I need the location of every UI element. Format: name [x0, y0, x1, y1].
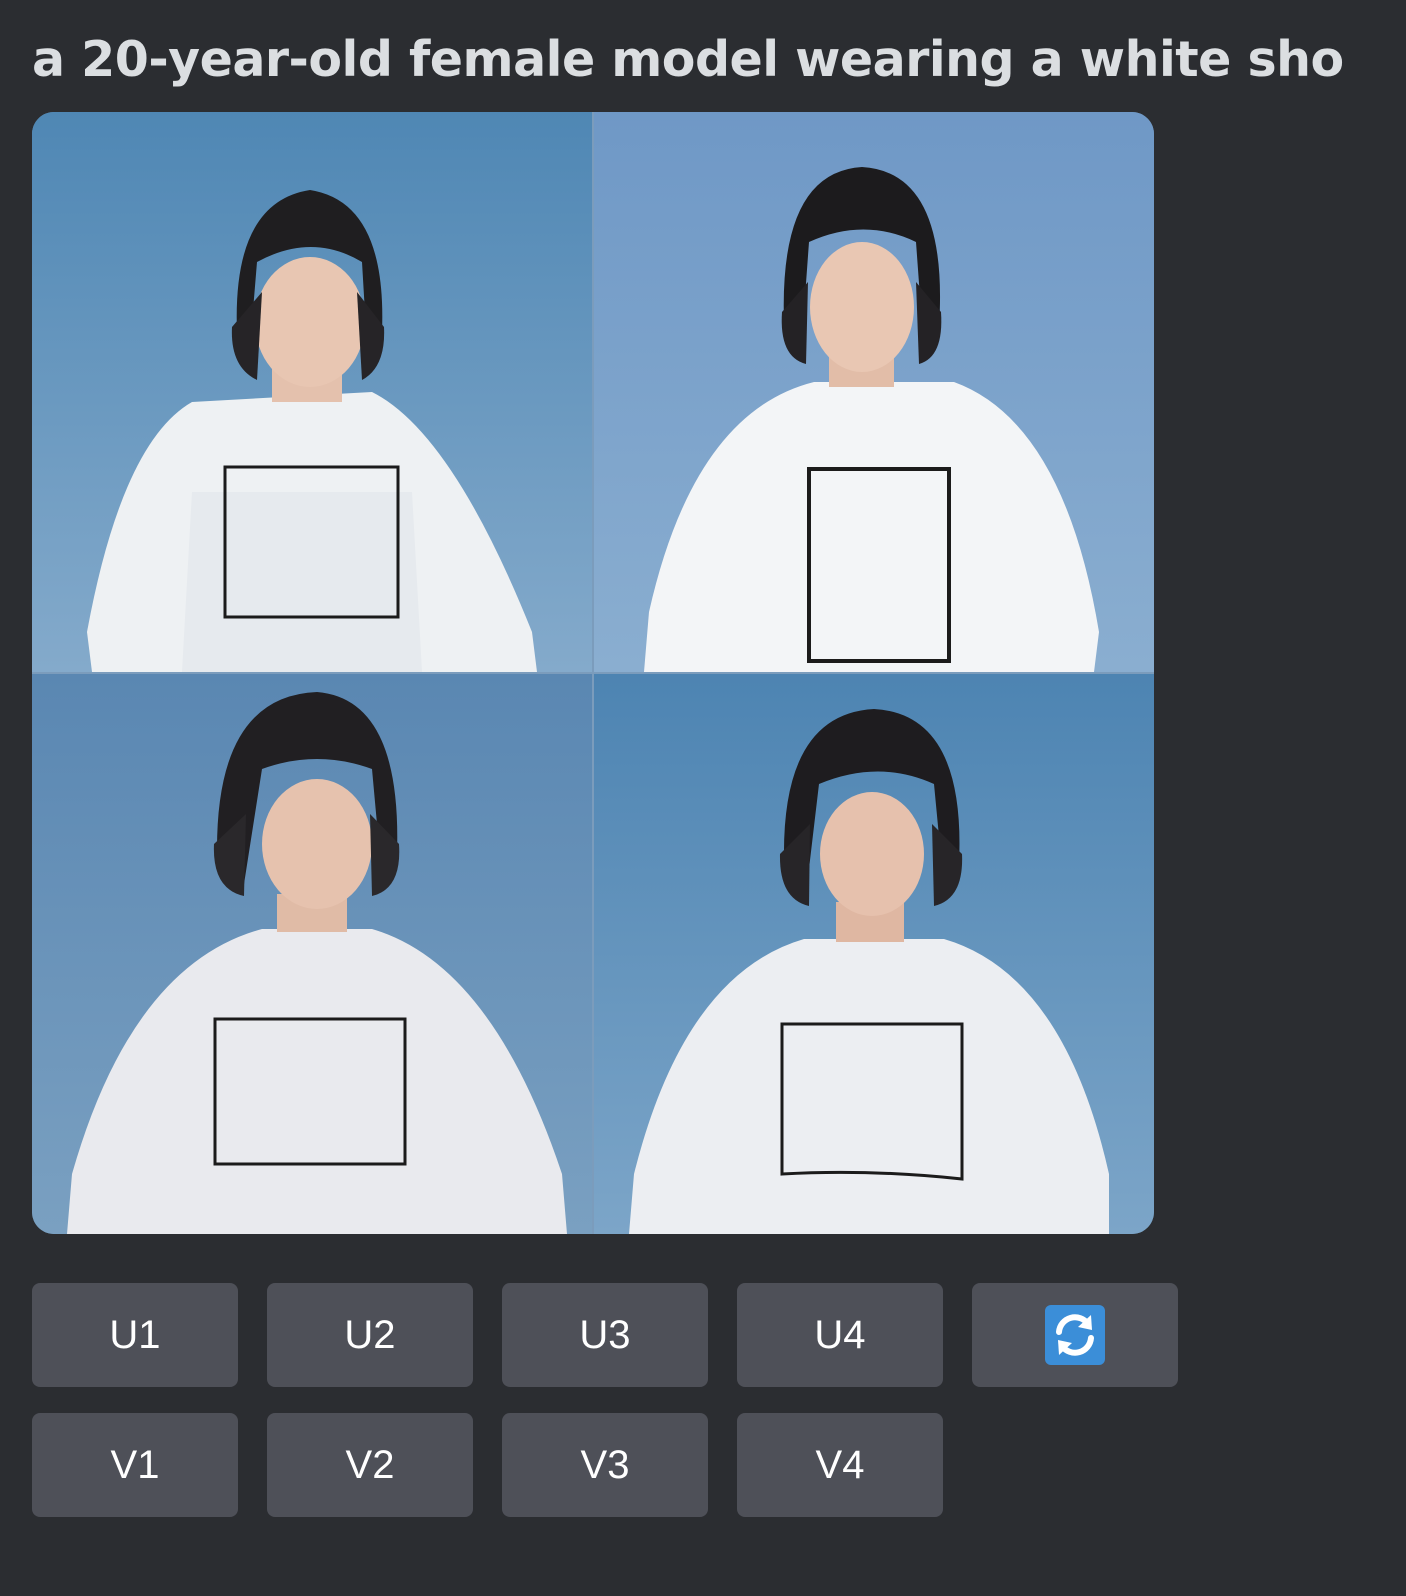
variation-button-1[interactable]: V1: [32, 1413, 238, 1517]
prompt-text: a 20-year-old female model wearing a whi…: [32, 31, 1344, 88]
model-photo-2: [594, 112, 1154, 672]
previous-line-fragment: [32, 0, 632, 12]
variation-button-label: V2: [345, 1443, 395, 1487]
upscale-button-3[interactable]: U3: [502, 1283, 708, 1387]
upscale-button-2[interactable]: U2: [267, 1283, 473, 1387]
upscale-button-label: U3: [579, 1313, 631, 1357]
upscale-button-label: U1: [109, 1313, 161, 1357]
model-photo-1: [32, 112, 592, 672]
image-tile-4[interactable]: [594, 674, 1154, 1234]
model-photo-3: [32, 674, 592, 1234]
variation-button-3[interactable]: V3: [502, 1413, 708, 1517]
reroll-button[interactable]: [972, 1283, 1178, 1387]
image-grid[interactable]: [32, 112, 1154, 1234]
upscale-button-label: U2: [344, 1313, 396, 1357]
image-tile-1[interactable]: [32, 112, 592, 672]
upscale-button-4[interactable]: U4: [737, 1283, 943, 1387]
upscale-button-1[interactable]: U1: [32, 1283, 238, 1387]
variation-button-label: V4: [815, 1443, 865, 1487]
variation-button-2[interactable]: V2: [267, 1413, 473, 1517]
refresh-icon: [1045, 1305, 1105, 1365]
variation-button-4[interactable]: V4: [737, 1413, 943, 1517]
variation-button-label: V3: [580, 1443, 630, 1487]
upscale-button-label: U4: [814, 1313, 866, 1357]
image-tile-3[interactable]: [32, 674, 592, 1234]
variation-button-label: V1: [110, 1443, 160, 1487]
model-photo-4: [594, 674, 1154, 1234]
image-tile-2[interactable]: [594, 112, 1154, 672]
